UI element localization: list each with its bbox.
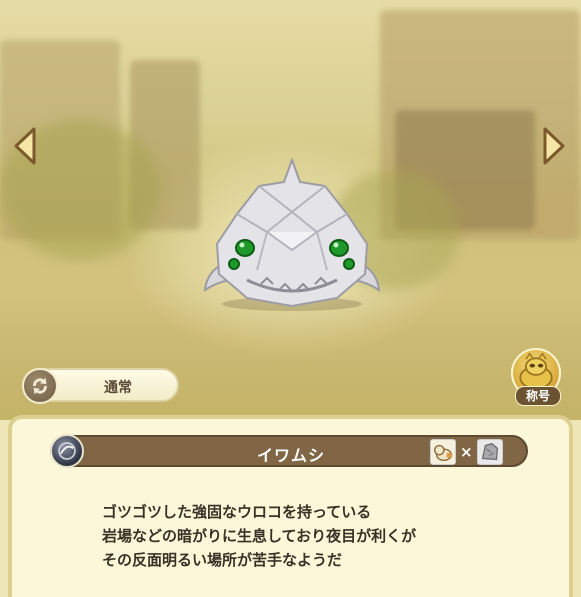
rock-card[interactable] (476, 439, 503, 465)
description-line: 岩場などの暗がりに生息しており夜目が利くが (102, 527, 417, 545)
right-arrow-icon (543, 127, 565, 165)
refresh-icon (22, 368, 58, 404)
mode-toggle-button[interactable]: 通常 (22, 368, 179, 404)
left-arrow-icon (14, 127, 36, 165)
cat-creature-card[interactable] (430, 439, 456, 465)
monster-image (197, 152, 387, 312)
next-arrow-button[interactable] (541, 126, 567, 166)
monster-description: ゴツゴツした強固なウロコを持っている 岩場などの暗がりに生息しており夜目が利くが… (102, 500, 542, 572)
title-badge-button[interactable]: 称号 (509, 346, 565, 406)
description-line: その反面明るい場所が苦手なようだ (102, 551, 343, 569)
title-badge-label: 称号 (515, 386, 561, 406)
prev-arrow-button[interactable] (12, 126, 38, 166)
monster-name-bar: イワムシ × (50, 434, 528, 468)
description-line: ゴツゴツした強固なウロコを持っている (102, 503, 372, 521)
combo-cards: × (430, 438, 503, 466)
mode-label: 通常 (104, 380, 132, 396)
combo-separator: × (460, 443, 473, 461)
